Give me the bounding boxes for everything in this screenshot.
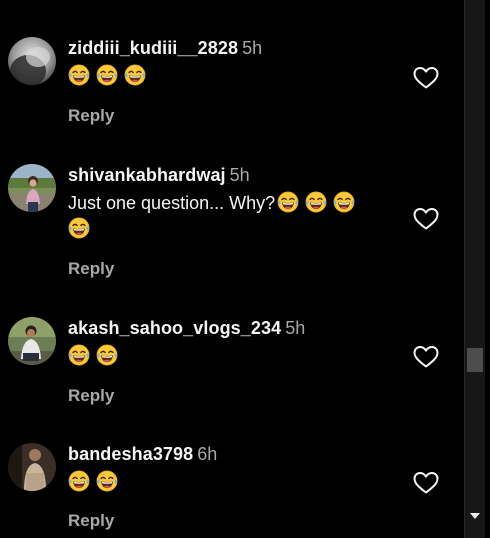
username[interactable]: akash_sahoo_vlogs_234	[68, 318, 281, 338]
comment-text	[68, 63, 398, 89]
comment-text	[68, 469, 398, 495]
comment-item: bandesha3798 6h Reply	[8, 443, 458, 538]
comment-item: ziddiii_kudiii__2828 5h Reply	[8, 37, 458, 137]
face-with-tears-of-joy-icon	[277, 191, 299, 213]
heart-outline-icon[interactable]	[413, 207, 439, 231]
username[interactable]: shivankabhardwaj	[68, 165, 226, 185]
comment-item: akash_sahoo_vlogs_234 5h Reply	[8, 317, 458, 417]
face-with-tears-of-joy-icon	[96, 344, 118, 366]
window-edge	[485, 0, 490, 538]
comment-text-content: Just one question... Why?	[68, 193, 276, 213]
heart-outline-icon[interactable]	[413, 345, 439, 369]
face-with-tears-of-joy-icon	[96, 64, 118, 86]
scroll-down-button[interactable]	[465, 507, 485, 525]
comment-body: shivankabhardwaj 5h Just one question... …	[68, 164, 398, 242]
avatar[interactable]	[8, 164, 56, 212]
face-with-tears-of-joy-icon	[68, 344, 90, 366]
comments-list[interactable]: ziddiii_kudiii__2828 5h Reply shivankabh…	[0, 0, 464, 538]
avatar[interactable]	[8, 317, 56, 365]
face-with-tears-of-joy-icon	[305, 191, 327, 213]
comment-body: akash_sahoo_vlogs_234 5h	[68, 317, 398, 369]
username[interactable]: bandesha3798	[68, 444, 193, 464]
comment-item: shivankabhardwaj 5h Just one question... …	[8, 164, 458, 284]
timestamp[interactable]: 5h	[230, 165, 250, 185]
avatar[interactable]	[8, 37, 56, 85]
scroll-up-button[interactable]	[465, 0, 485, 18]
avatar[interactable]	[8, 443, 56, 491]
face-with-tears-of-joy-icon	[333, 191, 355, 213]
timestamp[interactable]: 5h	[285, 318, 305, 338]
comment-header: bandesha3798 6h	[68, 443, 398, 465]
reply-button[interactable]: Reply	[68, 511, 114, 531]
comment-header: ziddiii_kudiii__2828 5h	[68, 37, 398, 59]
heart-outline-icon[interactable]	[413, 66, 439, 90]
reply-button[interactable]: Reply	[68, 386, 114, 406]
face-with-tears-of-joy-icon	[68, 217, 90, 239]
comment-body: ziddiii_kudiii__2828 5h	[68, 37, 398, 89]
scroll-thumb[interactable]	[467, 348, 483, 372]
face-with-tears-of-joy-icon	[68, 470, 90, 492]
triangle-up-icon	[470, 6, 480, 12]
timestamp[interactable]: 5h	[242, 38, 262, 58]
triangle-down-icon	[470, 513, 480, 519]
heart-outline-icon[interactable]	[413, 471, 439, 495]
reply-button[interactable]: Reply	[68, 106, 114, 126]
face-with-tears-of-joy-icon	[68, 64, 90, 86]
face-with-tears-of-joy-icon	[96, 470, 118, 492]
reply-button[interactable]: Reply	[68, 259, 114, 279]
comment-body: bandesha3798 6h	[68, 443, 398, 495]
face-with-tears-of-joy-icon	[124, 64, 146, 86]
comment-header: akash_sahoo_vlogs_234 5h	[68, 317, 398, 339]
comment-header: shivankabhardwaj 5h	[68, 164, 398, 186]
comment-text	[68, 343, 398, 369]
scrollbar[interactable]	[464, 0, 485, 538]
timestamp[interactable]: 6h	[197, 444, 217, 464]
username[interactable]: ziddiii_kudiii__2828	[68, 38, 238, 58]
comment-text: Just one question... Why?	[68, 190, 398, 242]
